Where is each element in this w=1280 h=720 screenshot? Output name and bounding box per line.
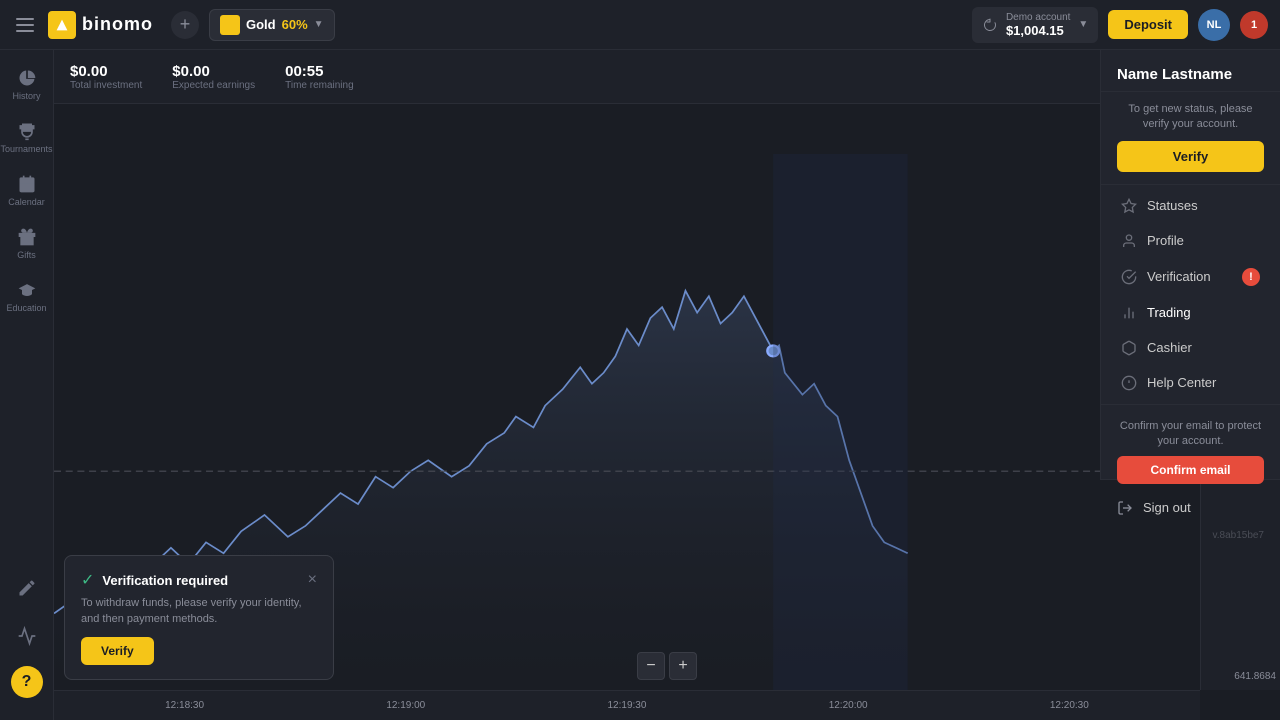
expected-earnings-stat: $0.00 Expected earnings — [172, 63, 255, 91]
verification-notification-header: ✓ Verification required × — [81, 570, 317, 590]
demo-label: Demo account — [1006, 12, 1070, 23]
total-investment-value: $0.00 — [70, 63, 142, 80]
version-text: v.8ab15be7 — [1101, 524, 1280, 547]
sign-out-item[interactable]: Sign out — [1101, 492, 1280, 524]
avatar[interactable]: NL — [1198, 9, 1230, 41]
sign-out-icon — [1117, 500, 1133, 516]
panel-verify-text: To get new status, please verify your ac… — [1101, 92, 1280, 141]
time-remaining-label: Time remaining — [285, 80, 354, 91]
demo-chevron-icon: ▼ — [1078, 19, 1088, 30]
sidebar-item-gifts[interactable]: Gifts — [4, 219, 50, 268]
sidebar-item-tournaments[interactable]: Tournaments — [4, 113, 50, 162]
box-icon — [1121, 340, 1137, 356]
sidebar-tournaments-label: Tournaments — [0, 144, 52, 154]
demo-account-selector[interactable]: Demo account $1,004.15 ▼ — [972, 7, 1098, 43]
trading-label: Trading — [1147, 305, 1191, 320]
chevron-down-icon: ▼ — [314, 19, 324, 30]
menu-item-cashier[interactable]: Cashier — [1105, 331, 1276, 365]
profile-label: Profile — [1147, 233, 1184, 248]
verification-label: Verification — [1147, 269, 1211, 284]
right-panel: Name Lastname To get new status, please … — [1100, 50, 1280, 480]
logo-icon — [48, 11, 76, 39]
zoom-out-button[interactable]: − — [637, 652, 665, 680]
sidebar-calendar-label: Calendar — [8, 197, 45, 207]
chart-bottom-axis: 12:18:30 12:19:00 12:19:30 12:20:00 12:2… — [54, 690, 1200, 720]
time-label-0: 12:18:30 — [165, 700, 204, 711]
asset-percent: 60% — [282, 17, 308, 32]
confirm-email-text: Confirm your email to protect your accou… — [1101, 409, 1280, 456]
zoom-controls: − + — [637, 652, 697, 680]
panel-divider-2 — [1101, 404, 1280, 405]
notification-badge[interactable]: 1 — [1240, 11, 1268, 39]
verification-notification-body: To withdraw funds, please verify your id… — [81, 596, 317, 627]
time-remaining-value: 00:55 — [285, 63, 354, 80]
menu-item-help-center[interactable]: Help Center — [1105, 366, 1276, 400]
info-icon — [1121, 375, 1137, 391]
sidebar-history-label: History — [12, 91, 40, 101]
sign-out-label: Sign out — [1143, 500, 1191, 515]
asset-icon — [220, 15, 240, 35]
help-button[interactable]: ? — [11, 666, 43, 698]
verification-verify-button[interactable]: Verify — [81, 637, 154, 665]
check-circle-icon — [1121, 269, 1137, 285]
verification-warning-badge: ! — [1242, 268, 1260, 286]
statuses-label: Statuses — [1147, 198, 1198, 213]
shield-icon: ✓ — [81, 570, 94, 590]
help-center-label: Help Center — [1147, 375, 1216, 390]
menu-item-trading[interactable]: Trading — [1105, 296, 1276, 330]
sidebar-gifts-label: Gifts — [17, 250, 36, 260]
top-navigation: binomo + Gold 60% ▼ Demo account $1,004.… — [0, 0, 1280, 50]
user-icon — [1121, 233, 1137, 249]
deposit-button[interactable]: Deposit — [1108, 10, 1188, 39]
logo-text: binomo — [82, 14, 153, 35]
demo-amount: $1,004.15 — [1006, 23, 1070, 38]
total-investment-label: Total investment — [70, 80, 142, 91]
hamburger-menu[interactable] — [12, 14, 38, 36]
confirm-email-button[interactable]: Confirm email — [1117, 456, 1264, 484]
panel-user-name: Name Lastname — [1101, 50, 1280, 92]
star-icon — [1121, 198, 1137, 214]
time-remaining-stat: 00:55 Time remaining — [285, 63, 354, 91]
refresh-icon — [982, 17, 998, 33]
expected-earnings-label: Expected earnings — [172, 80, 255, 91]
logo: binomo — [48, 11, 153, 39]
panel-divider-1 — [1101, 184, 1280, 185]
time-label-1: 12:19:00 — [386, 700, 425, 711]
demo-info: Demo account $1,004.15 — [1006, 12, 1070, 38]
sidebar-item-draw[interactable] — [4, 570, 50, 606]
time-label-4: 12:20:30 — [1050, 700, 1089, 711]
menu-item-statuses[interactable]: Statuses — [1105, 189, 1276, 223]
sidebar-item-history[interactable]: History — [4, 60, 50, 109]
verification-notification-title: Verification required — [102, 573, 299, 588]
sidebar-item-calendar[interactable]: Calendar — [4, 166, 50, 215]
time-label-3: 12:20:00 — [829, 700, 868, 711]
menu-item-profile[interactable]: Profile — [1105, 224, 1276, 258]
cashier-label: Cashier — [1147, 340, 1192, 355]
menu-item-verification[interactable]: Verification ! — [1105, 259, 1276, 295]
zoom-in-button[interactable]: + — [669, 652, 697, 680]
time-label-2: 12:19:30 — [608, 700, 647, 711]
chart-bar-icon — [1121, 305, 1137, 321]
sidebar-item-indicators[interactable] — [4, 618, 50, 654]
axis-value: 641.8684 — [1205, 671, 1276, 682]
expected-earnings-value: $0.00 — [172, 63, 255, 80]
panel-verify-button[interactable]: Verify — [1117, 141, 1264, 172]
left-sidebar: History Tournaments Calendar Gifts Educa… — [0, 50, 54, 720]
add-tab-button[interactable]: + — [171, 11, 199, 39]
sidebar-education-label: Education — [6, 303, 46, 313]
asset-selector[interactable]: Gold 60% ▼ — [209, 9, 335, 41]
total-investment-stat: $0.00 Total investment — [70, 63, 142, 91]
sidebar-item-education[interactable]: Education — [4, 272, 50, 321]
verification-notification: ✓ Verification required × To withdraw fu… — [64, 555, 334, 680]
chart-top-bar: $0.00 Total investment $0.00 Expected ea… — [54, 50, 1280, 104]
asset-name: Gold — [246, 17, 276, 32]
verification-close-button[interactable]: × — [308, 571, 317, 589]
